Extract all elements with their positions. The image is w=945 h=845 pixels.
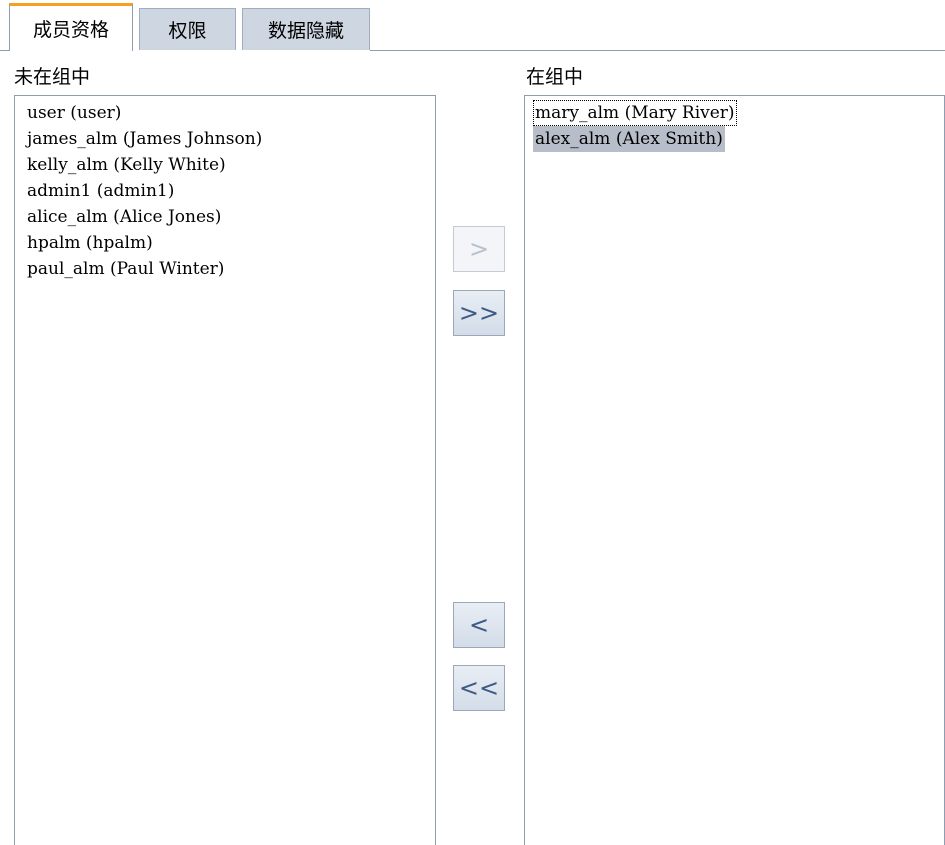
tab-permissions[interactable]: 权限 [139, 8, 236, 50]
tab-strip-line [370, 50, 945, 51]
in-group-list[interactable]: mary_alm (Mary River) alex_alm (Alex Smi… [524, 95, 945, 845]
remove-all-button[interactable]: << [453, 665, 505, 711]
list-item[interactable]: james_alm (James Johnson) [21, 126, 435, 152]
list-item[interactable]: hpalm (hpalm) [21, 230, 435, 256]
list-item[interactable]: kelly_alm (Kelly White) [21, 152, 435, 178]
list-item[interactable]: alice_alm (Alice Jones) [21, 204, 435, 230]
list-item[interactable]: paul_alm (Paul Winter) [21, 256, 435, 282]
tab-membership[interactable]: 成员资格 [9, 3, 133, 51]
not-in-group-list[interactable]: user (user) james_alm (James Johnson) ke… [14, 95, 436, 845]
list-item-focused[interactable]: mary_alm (Mary River) [533, 100, 737, 126]
remove-selected-button[interactable]: < [453, 602, 505, 648]
in-group-label: 在组中 [526, 66, 584, 88]
not-in-group-label: 未在组中 [14, 66, 91, 88]
tab-strip-line-left [0, 50, 9, 51]
add-all-button[interactable]: >> [453, 290, 505, 336]
list-item[interactable]: user (user) [21, 100, 435, 126]
add-selected-button[interactable]: > [453, 226, 505, 272]
list-item-selected[interactable]: alex_alm (Alex Smith) [533, 126, 725, 152]
list-item[interactable]: admin1 (admin1) [21, 178, 435, 204]
tab-data-hiding[interactable]: 数据隐藏 [242, 8, 370, 50]
